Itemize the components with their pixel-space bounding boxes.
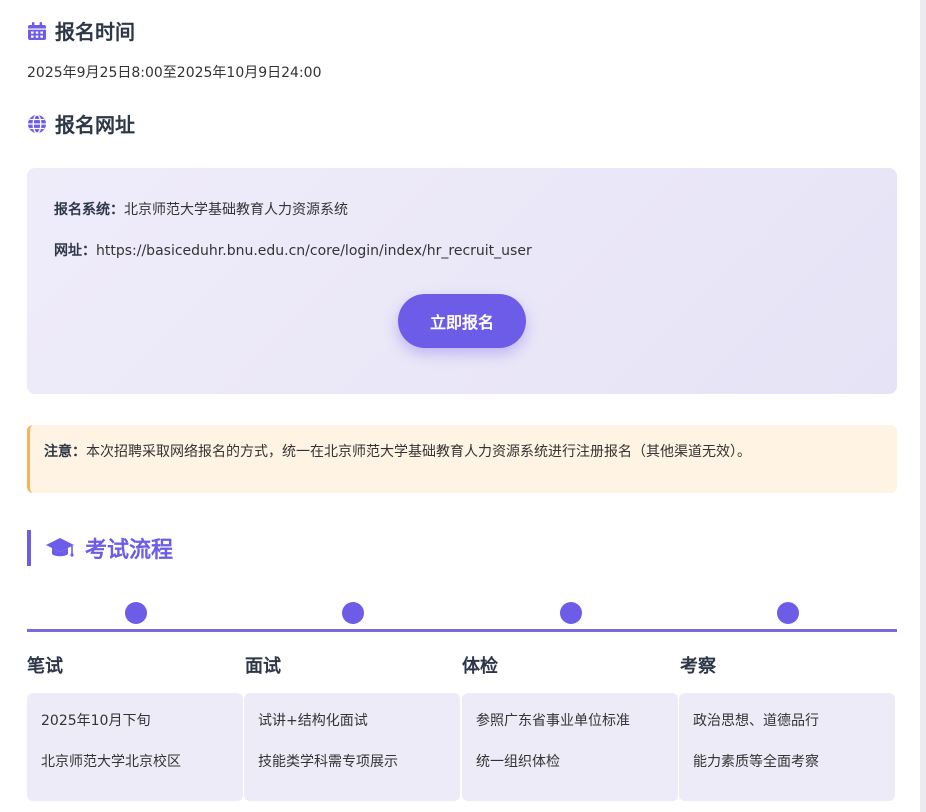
step-detail: 统一组织体检 <box>476 754 560 770</box>
registration-time-heading: 报名时间 <box>27 16 135 45</box>
registration-url-value[interactable]: https://basiceduhr.bnu.edu.cn/core/login… <box>96 243 532 259</box>
registration-site-title: 报名网址 <box>55 113 135 137</box>
calendar-icon <box>27 21 47 41</box>
notice-label: 注意： <box>44 444 86 460</box>
timeline-dot <box>777 602 799 624</box>
step-card-written-exam: 2025年10月下旬 北京师范大学北京校区 <box>27 693 243 801</box>
registration-time-value: 2025年9月25日8:00至2025年10月9日24:00 <box>27 65 322 81</box>
scrollbar[interactable] <box>920 0 926 812</box>
timeline-line <box>27 629 897 632</box>
graduation-cap-icon <box>45 536 75 560</box>
exam-flow-title: 考试流程 <box>85 538 174 563</box>
globe-icon <box>27 113 47 134</box>
exam-flow-heading: 考试流程 <box>27 530 173 566</box>
step-card-interview: 试讲+结构化面试 技能类学科需专项展示 <box>244 693 460 801</box>
step-detail: 北京师范大学北京校区 <box>41 754 181 770</box>
notice-box: 注意：本次招聘采取网络报名的方式，统一在北京师范大学基础教育人力资源系统进行注册… <box>27 425 897 493</box>
step-name-medical-exam: 体检 <box>462 656 498 677</box>
registration-time-title: 报名时间 <box>55 20 135 44</box>
step-detail: 技能类学科需专项展示 <box>258 754 398 770</box>
registration-url-label: 网址： <box>54 243 96 259</box>
timeline-dot <box>560 602 582 624</box>
step-name-interview: 面试 <box>245 656 281 677</box>
step-detail: 试讲+结构化面试 <box>258 713 368 729</box>
step-card-medical-exam: 参照广东省事业单位标准 统一组织体检 <box>462 693 678 801</box>
notice-text: 本次招聘采取网络报名的方式，统一在北京师范大学基础教育人力资源系统进行注册报名（… <box>86 444 751 460</box>
registration-system-label: 报名系统： <box>54 202 124 218</box>
step-name-inspection: 考察 <box>680 656 716 677</box>
registration-box: 报名系统：北京师范大学基础教育人力资源系统 网址：https://basiced… <box>27 168 897 394</box>
step-name-written-exam: 笔试 <box>27 656 63 677</box>
step-detail: 2025年10月下旬 <box>41 713 151 729</box>
timeline-dot <box>125 602 147 624</box>
registration-system-line: 报名系统：北京师范大学基础教育人力资源系统 <box>54 199 348 219</box>
apply-now-button[interactable]: 立即报名 <box>398 294 526 348</box>
step-card-inspection: 政治思想、道德品行 能力素质等全面考察 <box>679 693 895 801</box>
registration-url-line: 网址：https://basiceduhr.bnu.edu.cn/core/lo… <box>54 240 532 260</box>
step-detail: 能力素质等全面考察 <box>693 754 819 770</box>
step-detail: 政治思想、道德品行 <box>693 713 819 729</box>
step-detail: 参照广东省事业单位标准 <box>476 713 630 729</box>
registration-system-value: 北京师范大学基础教育人力资源系统 <box>124 202 348 218</box>
timeline-dot <box>342 602 364 624</box>
registration-site-heading: 报名网址 <box>27 109 135 138</box>
